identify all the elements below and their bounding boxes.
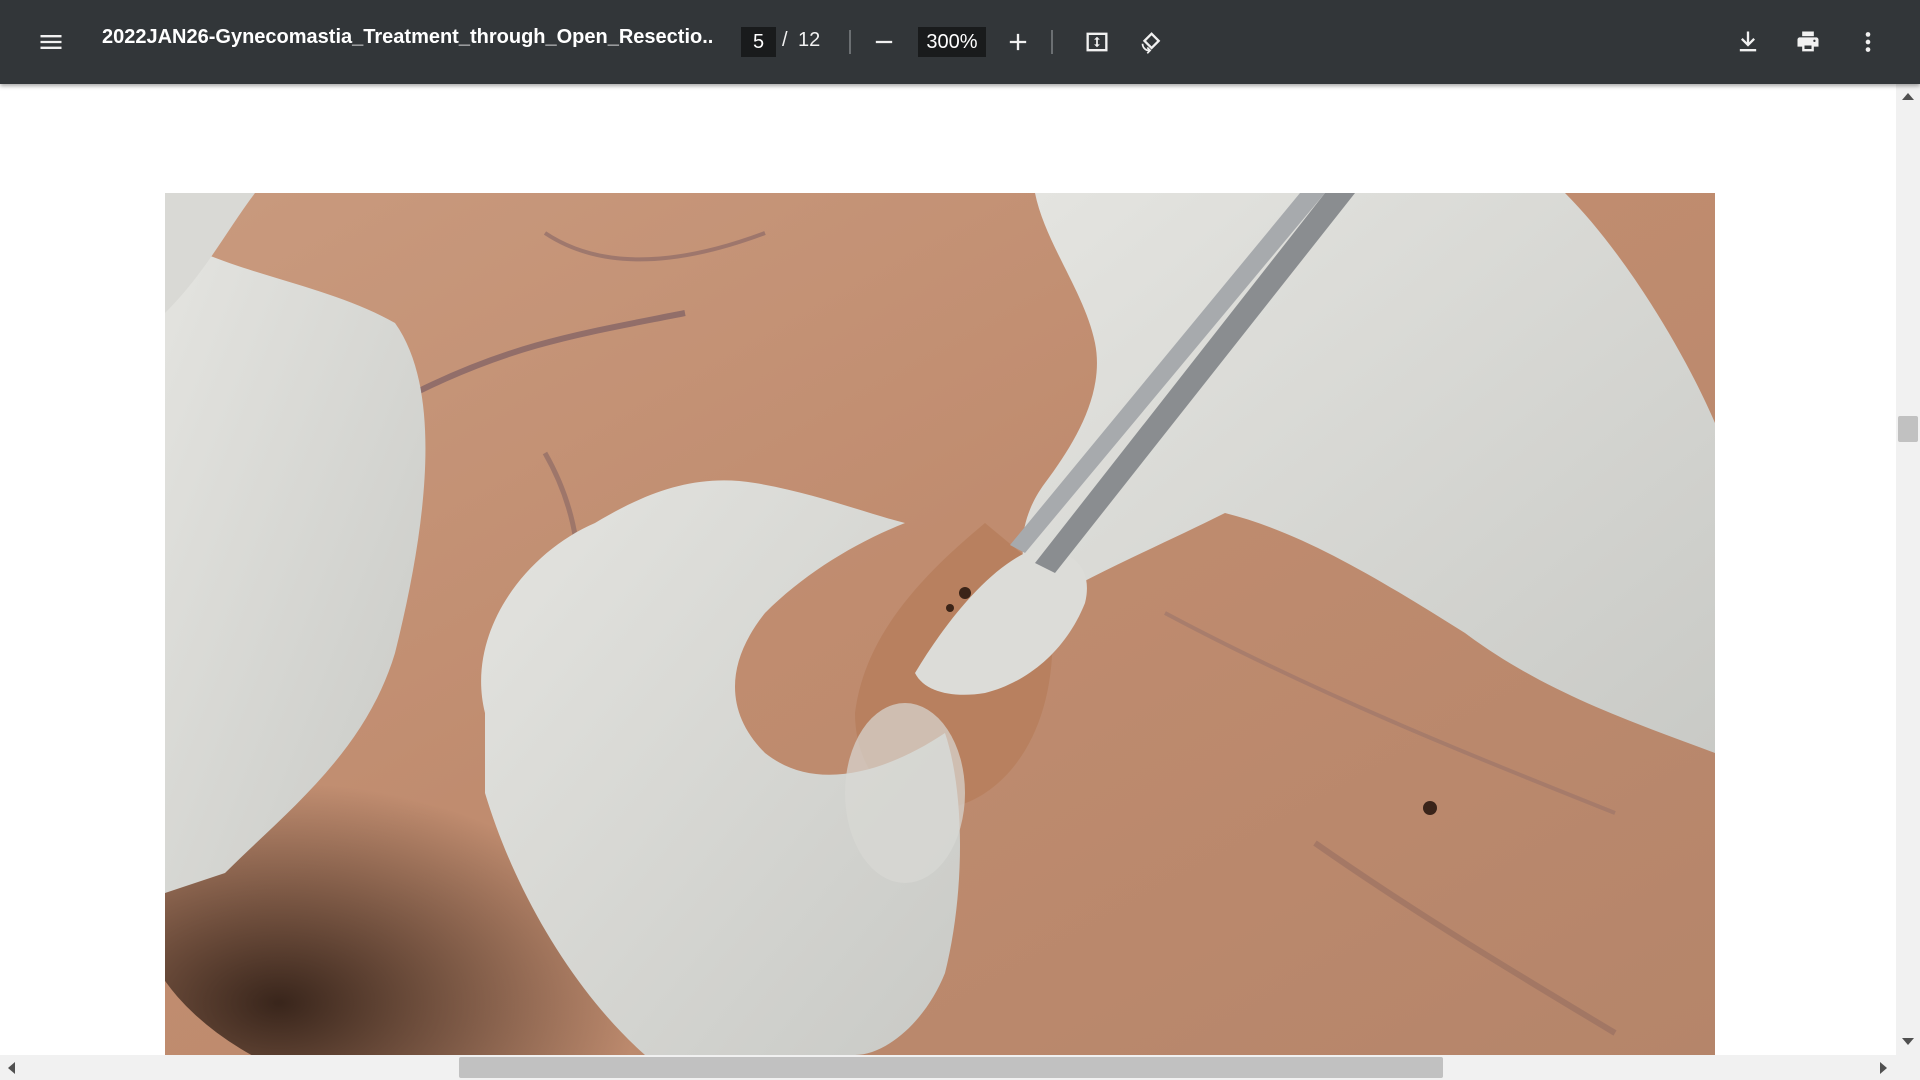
surgical-photo-image (165, 193, 1715, 1055)
zoom-in-button[interactable] (994, 18, 1042, 66)
document-viewer[interactable] (0, 84, 1896, 1055)
page-total: 12 (798, 29, 821, 51)
plus-icon (1009, 33, 1027, 51)
zoom-level-input[interactable] (918, 27, 986, 57)
surgical-photo (165, 193, 1715, 1055)
more-actions-button[interactable] (1844, 18, 1892, 66)
fit-to-page-button[interactable] (1073, 18, 1121, 66)
print-button[interactable] (1784, 18, 1832, 66)
scroll-up-arrow-icon[interactable] (1902, 93, 1914, 100)
page-separator: / (782, 29, 788, 51)
more-vertical-icon (1865, 32, 1871, 52)
scroll-down-arrow-icon[interactable] (1902, 1038, 1914, 1045)
menu-icon (40, 35, 62, 49)
vertical-scrollbar[interactable] (1896, 84, 1920, 1055)
scroll-left-arrow-icon[interactable] (8, 1062, 15, 1074)
print-icon (1797, 31, 1819, 52)
rotate-counterclockwise-icon (1141, 32, 1161, 54)
fit-to-page-icon (1086, 32, 1108, 52)
menu-button[interactable] (27, 18, 75, 66)
document-title: 2022JAN26-Gynecomastia_Treatment_through… (102, 26, 712, 48)
horizontal-scroll-thumb[interactable] (459, 1057, 1443, 1078)
download-button[interactable] (1724, 18, 1772, 66)
vertical-scroll-thumb[interactable] (1898, 416, 1918, 442)
scroll-right-arrow-icon[interactable] (1880, 1062, 1887, 1074)
toolbar-divider (1051, 30, 1053, 54)
minus-icon (875, 40, 893, 44)
zoom-out-button[interactable] (860, 18, 908, 66)
toolbar-divider (849, 30, 851, 54)
rotate-button[interactable] (1127, 18, 1175, 66)
download-icon (1739, 31, 1757, 52)
page-number-input[interactable] (741, 27, 776, 57)
pdf-toolbar: 2022JAN26-Gynecomastia_Treatment_through… (0, 0, 1920, 84)
